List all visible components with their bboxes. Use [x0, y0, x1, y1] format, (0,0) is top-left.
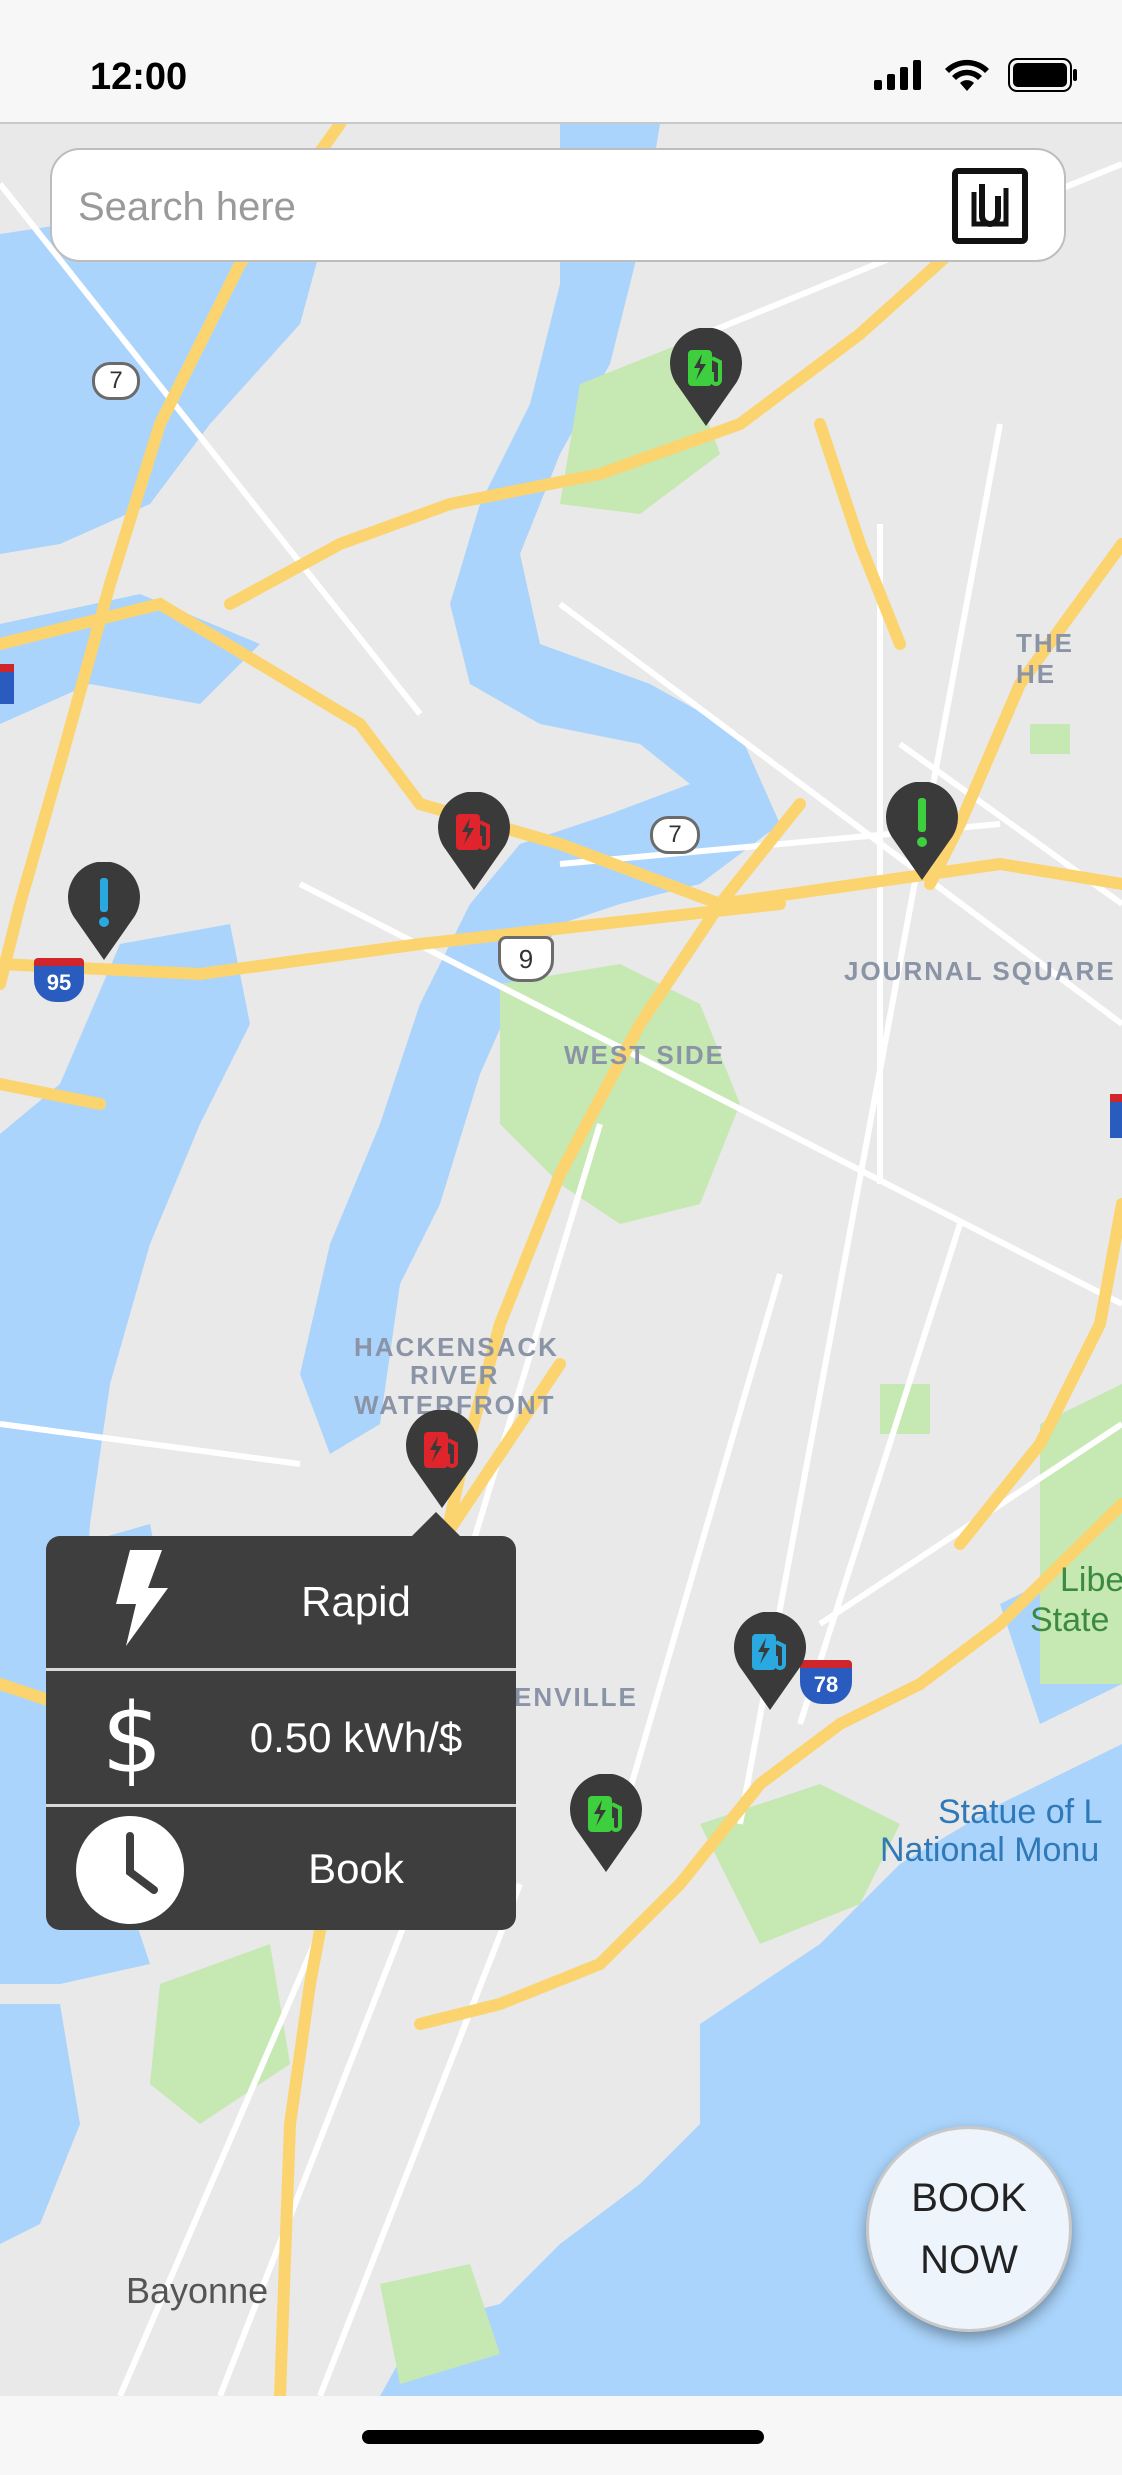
map-label-greenville: ENVILLE	[514, 1682, 638, 1712]
clock-icon	[76, 1816, 184, 1924]
map-label-west-side: WEST SIDE	[564, 1040, 726, 1070]
map-label-hackensack-2: RIVER	[410, 1360, 500, 1390]
route-shield-7a: 7	[92, 362, 140, 400]
charger-pin-red-2[interactable]	[404, 1409, 480, 1510]
exclamation-icon	[99, 878, 109, 927]
nfc-scan-icon	[971, 184, 1009, 227]
map-label-journal-square: JOURNAL SQUARE	[844, 956, 1116, 986]
book-now-line1: BOOK	[911, 2176, 1027, 2220]
search-bar	[50, 148, 1066, 262]
popup-divider	[46, 1668, 516, 1671]
charger-pin-blue[interactable]	[732, 1611, 808, 1712]
status-icons	[874, 58, 1078, 92]
popup-book-label[interactable]: Book	[196, 1845, 516, 1893]
lightning-icon	[116, 1550, 168, 1646]
charger-pin-red-1[interactable]	[436, 791, 512, 892]
charger-pin-green-2[interactable]	[568, 1773, 644, 1874]
home-bar	[0, 2396, 1122, 2475]
book-row[interactable]: Book	[46, 1808, 516, 1930]
wifi-icon	[945, 59, 989, 91]
map-label-the-heights: THE HE	[1016, 628, 1074, 689]
route-shield-9: 9	[498, 936, 554, 982]
interstate-shield-edge-left	[0, 664, 14, 704]
book-now-line2: NOW	[920, 2238, 1018, 2282]
map-label-statue-1: Statue of L	[938, 1793, 1103, 1831]
interstate-shield-edge	[1110, 1094, 1122, 1138]
popup-arrow	[410, 1512, 462, 1538]
battery-icon	[1008, 58, 1077, 92]
route-shield-7b: 7	[650, 816, 700, 854]
popup-divider	[46, 1804, 516, 1807]
popup-speed-label: Rapid	[301, 1578, 411, 1625]
svg-text:$: $	[101, 1686, 162, 1790]
status-bar: 12:00	[0, 0, 1122, 124]
alert-pin-blue[interactable]	[66, 861, 142, 962]
exclamation-icon	[917, 798, 927, 847]
map-view[interactable]: THE HE JOURNAL SQUARE WEST SIDE HACKENSA…	[0, 124, 1122, 2396]
book-now-button[interactable]: BOOK NOW	[866, 2126, 1072, 2332]
map-label-statue-2: National Monu	[880, 1831, 1100, 1869]
home-indicator[interactable]	[362, 2430, 764, 2444]
popup-row-price: $ 0.50 kWh/$	[46, 1672, 516, 1804]
map-label-hackensack-1: HACKENSACK	[354, 1332, 559, 1362]
map-label-liberty-1: Libe	[1060, 1561, 1122, 1599]
map-label-bayonne: Bayonne	[126, 2270, 269, 2311]
dollar-icon: $	[101, 1686, 162, 1790]
interstate-shield-95: 95	[34, 958, 84, 1002]
alert-pin-green[interactable]	[884, 781, 960, 882]
map-background	[0, 124, 1122, 2396]
popup-row-speed: Rapid	[46, 1536, 516, 1668]
status-time: 12:00	[90, 56, 188, 98]
nfc-scan-button[interactable]	[952, 168, 1028, 244]
map-label-liberty-2: State	[1030, 1601, 1110, 1639]
station-info-popup: Rapid $ 0.50 kWh/$ Book	[46, 1536, 516, 1930]
popup-price-label: 0.50 kWh/$	[249, 1714, 463, 1761]
cellular-signal-icon	[874, 60, 921, 90]
charger-pin-green-1[interactable]	[668, 327, 744, 428]
search-input[interactable]	[76, 176, 960, 238]
